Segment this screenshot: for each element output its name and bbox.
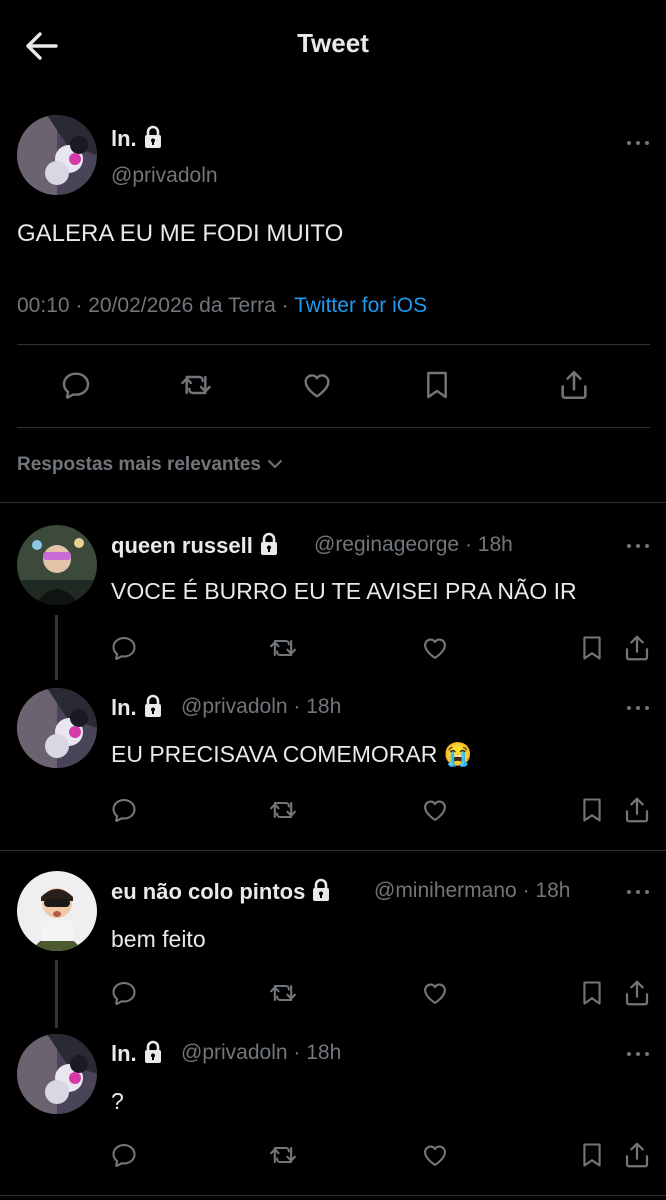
- reply-author-name[interactable]: queen russell: [111, 532, 279, 559]
- more-icon[interactable]: [627, 138, 653, 148]
- bookmark-icon[interactable]: [578, 634, 606, 662]
- reply-handle[interactable]: @minihermano · 18h: [374, 879, 570, 903]
- bookmark-icon[interactable]: [421, 369, 453, 401]
- tweet-source-link[interactable]: Twitter for iOS: [294, 294, 427, 317]
- reply-text: bem feito: [111, 926, 206, 952]
- bookmark-icon[interactable]: [578, 979, 606, 1007]
- thread-line: [55, 960, 58, 1028]
- share-icon[interactable]: [557, 368, 591, 402]
- more-icon[interactable]: [627, 887, 653, 897]
- reply-author-name[interactable]: eu não colo pintos: [111, 878, 331, 905]
- author-handle[interactable]: @privadoln: [111, 164, 218, 188]
- retweet-icon[interactable]: [268, 979, 298, 1007]
- lock-icon: [143, 125, 163, 149]
- like-icon[interactable]: [421, 796, 449, 824]
- tweet-text: GALERA EU ME FODI MUITO: [17, 220, 344, 247]
- retweet-icon[interactable]: [268, 1141, 298, 1169]
- reply-handle[interactable]: @reginageorge · 18h: [314, 533, 513, 557]
- top-bar: Tweet: [0, 0, 666, 90]
- divider: [17, 344, 650, 345]
- reply-text: ?: [111, 1088, 124, 1114]
- divider: [0, 850, 666, 851]
- author-name[interactable]: ln.: [111, 125, 163, 152]
- more-icon[interactable]: [627, 703, 653, 713]
- reply-author-name[interactable]: ln.: [111, 1040, 163, 1067]
- avatar[interactable]: [17, 1034, 97, 1114]
- reply-handle[interactable]: @privadoln · 18h: [181, 695, 341, 719]
- avatar[interactable]: [17, 688, 97, 768]
- share-icon[interactable]: [622, 978, 652, 1008]
- like-icon[interactable]: [421, 1141, 449, 1169]
- more-icon[interactable]: [627, 541, 653, 551]
- lock-icon: [259, 532, 279, 556]
- lock-icon: [143, 1040, 163, 1064]
- retweet-icon[interactable]: [179, 369, 213, 401]
- retweet-icon[interactable]: [268, 634, 298, 662]
- avatar[interactable]: [17, 871, 97, 951]
- divider: [0, 502, 666, 503]
- reply-author-name[interactable]: ln.: [111, 694, 163, 721]
- reply-icon[interactable]: [110, 979, 138, 1007]
- bookmark-icon[interactable]: [578, 796, 606, 824]
- divider: [0, 1195, 666, 1196]
- share-icon[interactable]: [622, 633, 652, 663]
- page-title: Tweet: [297, 28, 369, 58]
- like-icon[interactable]: [421, 634, 449, 662]
- bookmark-icon[interactable]: [578, 1141, 606, 1169]
- more-icon[interactable]: [627, 1049, 653, 1059]
- lock-icon: [143, 694, 163, 718]
- tweet-meta: 00:10 · 20/02/2026 da Terra · Twitter fo…: [17, 294, 428, 317]
- avatar[interactable]: [17, 525, 97, 605]
- reply-handle[interactable]: @privadoln · 18h: [181, 1041, 341, 1065]
- share-icon[interactable]: [622, 1140, 652, 1170]
- divider: [17, 427, 650, 428]
- share-icon[interactable]: [622, 795, 652, 825]
- avatar[interactable]: [17, 115, 97, 195]
- reply-text: EU PRECISAVA COMEMORAR 😭: [111, 741, 473, 767]
- reply-icon[interactable]: [110, 796, 138, 824]
- thread-line: [55, 615, 58, 680]
- lock-icon: [311, 878, 331, 902]
- reply-text: VOCE É BURRO EU TE AVISEI PRA NÃO IR: [111, 578, 577, 604]
- reply-icon[interactable]: [60, 369, 92, 401]
- like-icon[interactable]: [301, 369, 333, 401]
- retweet-icon[interactable]: [268, 796, 298, 824]
- reply-icon[interactable]: [110, 634, 138, 662]
- replies-sort-dropdown[interactable]: Respostas mais relevantes: [17, 454, 283, 476]
- like-icon[interactable]: [421, 979, 449, 1007]
- reply-icon[interactable]: [110, 1141, 138, 1169]
- chevron-down-icon: [267, 459, 283, 469]
